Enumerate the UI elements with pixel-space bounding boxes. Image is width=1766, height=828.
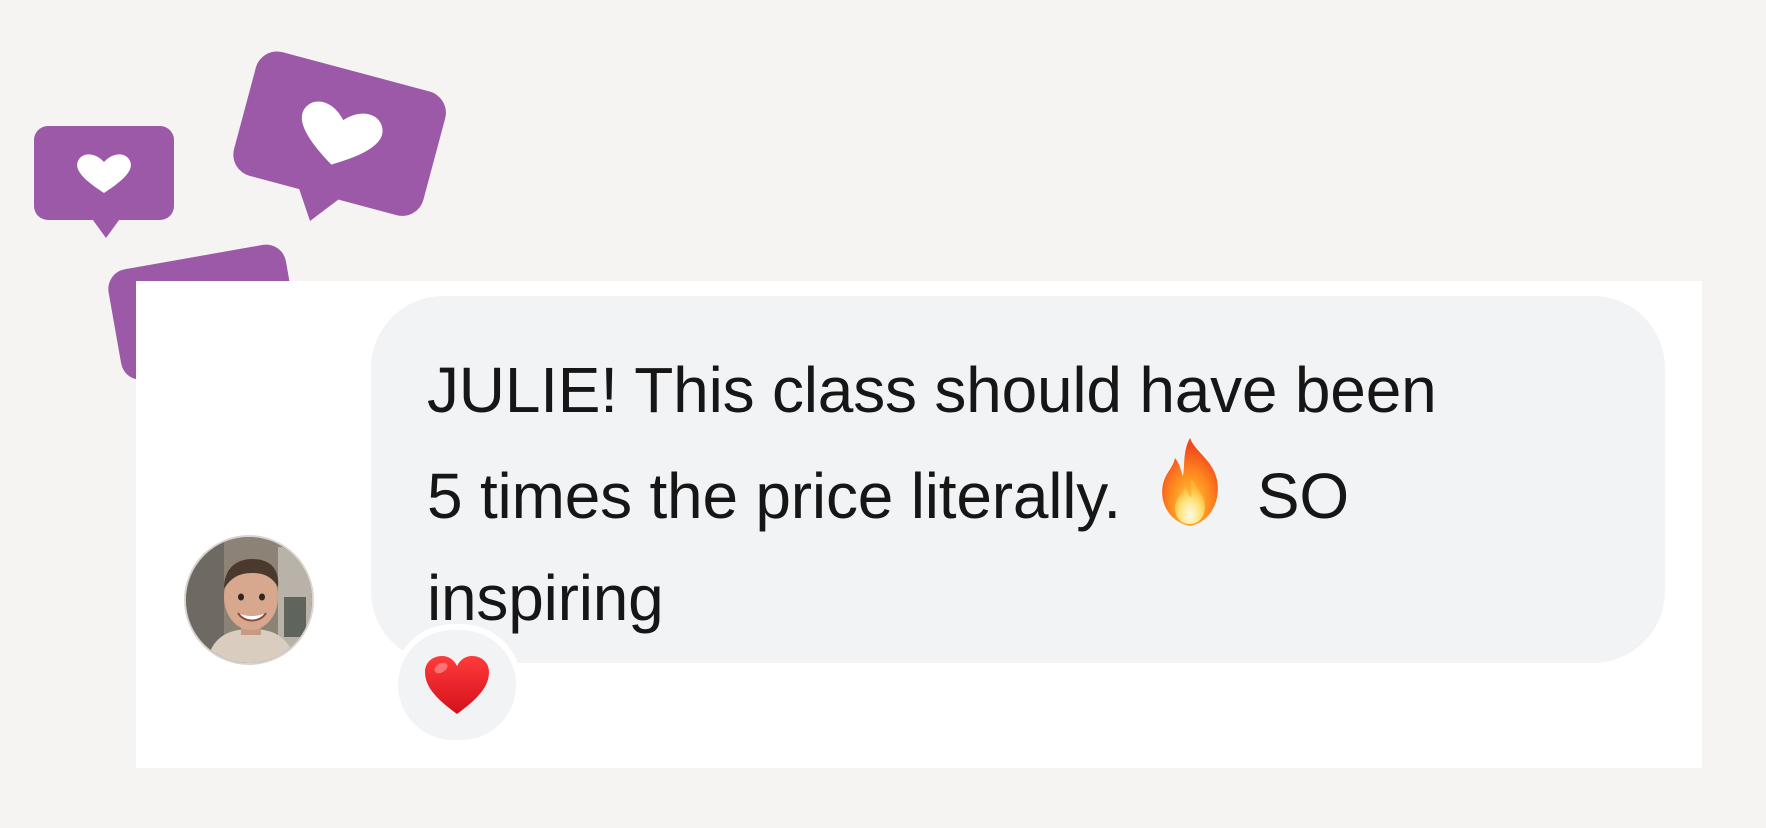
- comment-card: JULIE! This class should have been 5 time…: [136, 281, 1702, 768]
- comment-bubble: JULIE! This class should have been 5 time…: [371, 296, 1665, 663]
- heart-reaction-button[interactable]: [392, 624, 522, 746]
- comment-text-emphasis: SO: [1256, 460, 1349, 532]
- red-heart-emoji-icon: [425, 656, 489, 714]
- comment-text: JULIE! This class should have been 5 time…: [427, 344, 1607, 644]
- user-avatar-photo: [186, 537, 312, 663]
- comment-text-line-2: 5 times the price literally.: [427, 460, 1121, 532]
- comment-text-line-1: JULIE! This class should have been: [427, 354, 1437, 426]
- heart-notification-icon: [34, 126, 174, 238]
- user-avatar[interactable]: [184, 535, 314, 665]
- fire-emoji-icon: [1151, 436, 1229, 552]
- heart-notification-icon: [233, 51, 446, 221]
